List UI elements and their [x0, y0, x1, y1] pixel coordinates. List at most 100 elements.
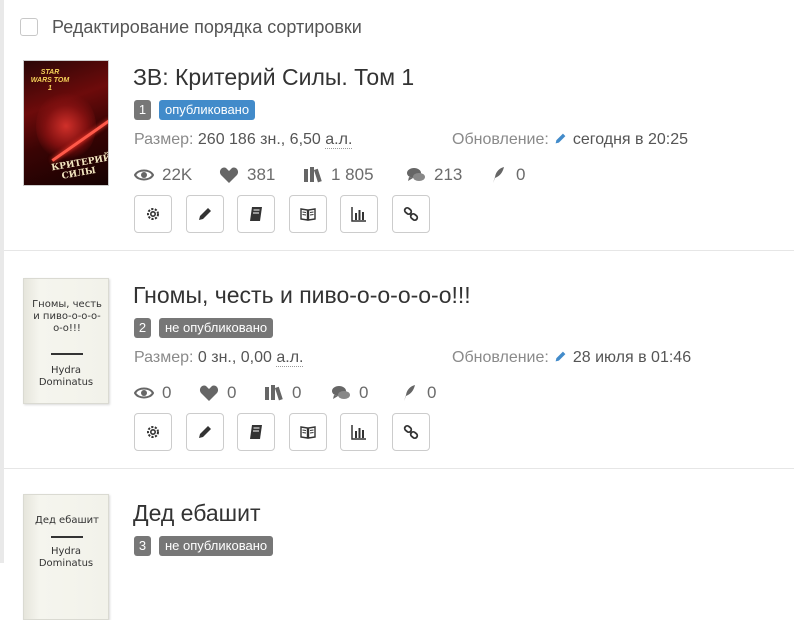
update-label: Обновление: [452, 131, 549, 148]
size-info: Размер: 260 186 зн., 6,50 а.л. [134, 131, 353, 149]
likes-count: 381 [247, 165, 276, 184]
read-button[interactable] [288, 413, 327, 451]
bar-chart-icon [351, 425, 366, 440]
statistics-button[interactable] [340, 195, 378, 233]
library-count: 1 805 [331, 165, 374, 184]
link-button[interactable] [391, 195, 430, 233]
awards-count: 0 [516, 165, 526, 184]
comments-icon [332, 386, 350, 399]
likes-stat: 381 [219, 165, 303, 185]
book-cover[interactable]: Дед ебашит Hydra Dominatus [23, 494, 109, 620]
size-unit: а.л. [276, 349, 304, 367]
views-count: 22K [162, 165, 193, 184]
book-title[interactable]: Дед ебашит [133, 500, 260, 527]
link-icon [403, 424, 418, 440]
awards-count: 0 [427, 383, 437, 402]
book-icon [250, 207, 262, 221]
book-icon [250, 425, 262, 439]
book-number-badge: 2 [134, 318, 151, 338]
sort-edit-checkbox[interactable] [20, 18, 38, 36]
book-title[interactable]: ЗВ: Критерий Силы. Том 1 [133, 64, 414, 91]
link-icon [403, 206, 418, 222]
library-count: 0 [292, 383, 302, 402]
cover-title: Гномы, честь и пиво-о-о-о-о-о!!! [32, 299, 102, 334]
size-label: Размер: [134, 131, 194, 148]
cover-divider [51, 536, 83, 538]
heart-icon [219, 167, 239, 183]
divider [4, 250, 794, 251]
open-book-icon [299, 426, 316, 439]
eye-icon [134, 387, 154, 399]
views-count: 0 [162, 383, 172, 402]
cover-title: Дед ебашит [35, 515, 99, 526]
comments-count: 213 [434, 165, 463, 184]
sort-edit-toggle[interactable]: Редактирование порядка сортировки [20, 15, 362, 39]
book-stats: 22K 381 1 805 213 0 [134, 165, 525, 185]
book-stats: 0 0 0 0 0 [134, 383, 436, 403]
feather-icon [493, 167, 504, 183]
awards-stat: 0 [399, 383, 436, 403]
pencil-icon [198, 426, 211, 438]
views-stat: 22K [134, 165, 219, 185]
edit-button[interactable] [185, 195, 224, 233]
book-item: Гномы, честь и пиво-о-о-о-о-о!!! Hydra D… [4, 270, 794, 468]
bar-chart-icon [351, 207, 366, 222]
pencil-icon [555, 351, 566, 362]
size-info: Размер: 0 зн., 0,00 а.л. [134, 349, 304, 367]
feather-icon [404, 385, 415, 401]
awards-stat: 0 [488, 165, 525, 185]
update-info: Обновление: 28 июля в 01:46 [452, 349, 691, 367]
status-badge: опубликовано [159, 100, 256, 120]
views-stat: 0 [134, 383, 199, 403]
gear-icon [147, 208, 159, 220]
likes-stat: 0 [199, 383, 264, 403]
status-badge: не опубликовано [159, 536, 274, 556]
update-value: 28 июля в 01:46 [572, 349, 692, 366]
book-item: STAR WARS ТОМ 1 КРИТЕРИЙ СИЛЫ ЗВ: Критер… [4, 52, 794, 250]
book-actions [134, 413, 443, 451]
settings-button[interactable] [134, 195, 172, 233]
settings-button[interactable] [134, 413, 172, 451]
sort-edit-label: Редактирование порядка сортировки [52, 16, 362, 37]
update-value: сегодня в 20:25 [572, 131, 689, 148]
size-value: 260 186 зн., 6,50 [197, 131, 321, 148]
comments-icon [407, 168, 425, 181]
read-button[interactable] [288, 195, 327, 233]
book-actions [134, 195, 443, 233]
books-icon [265, 385, 283, 401]
size-label: Размер: [134, 349, 194, 366]
statistics-button[interactable] [340, 413, 378, 451]
chapters-button[interactable] [237, 413, 275, 451]
library-stat: 1 805 [303, 165, 406, 185]
open-book-icon [299, 208, 316, 221]
pencil-icon [555, 133, 566, 144]
chapters-button[interactable] [237, 195, 275, 233]
books-icon [304, 167, 322, 183]
book-title[interactable]: Гномы, честь и пиво-о-о-о-о-о!!! [133, 282, 471, 309]
size-unit: а.л. [325, 131, 353, 149]
comments-stat: 213 [406, 165, 488, 185]
size-value: 0 зн., 0,00 [197, 349, 272, 366]
book-cover[interactable]: STAR WARS ТОМ 1 КРИТЕРИЙ СИЛЫ [23, 60, 109, 186]
cover-divider [51, 353, 83, 355]
book-cover[interactable]: Гномы, честь и пиво-о-о-о-о-о!!! Hydra D… [23, 278, 109, 404]
eye-icon [134, 169, 154, 181]
update-label: Обновление: [452, 349, 549, 366]
comments-count: 0 [359, 383, 369, 402]
link-button[interactable] [391, 413, 430, 451]
likes-count: 0 [227, 383, 237, 402]
edit-button[interactable] [185, 413, 224, 451]
book-item: Дед ебашит Hydra Dominatus Дед ебашит 3 … [4, 488, 794, 620]
cover-author: Hydra Dominatus [38, 546, 94, 569]
book-number-badge: 1 [134, 100, 151, 120]
cover-text-top: STAR WARS ТОМ 1 [30, 69, 70, 92]
library-stat: 0 [264, 383, 331, 403]
comments-stat: 0 [331, 383, 399, 403]
update-info: Обновление: сегодня в 20:25 [452, 131, 688, 149]
divider [4, 468, 794, 469]
book-number-badge: 3 [134, 536, 151, 556]
heart-icon [199, 385, 219, 401]
status-badge: не опубликовано [159, 318, 274, 338]
cover-author: Hydra Dominatus [38, 365, 94, 388]
gear-icon [147, 426, 159, 438]
